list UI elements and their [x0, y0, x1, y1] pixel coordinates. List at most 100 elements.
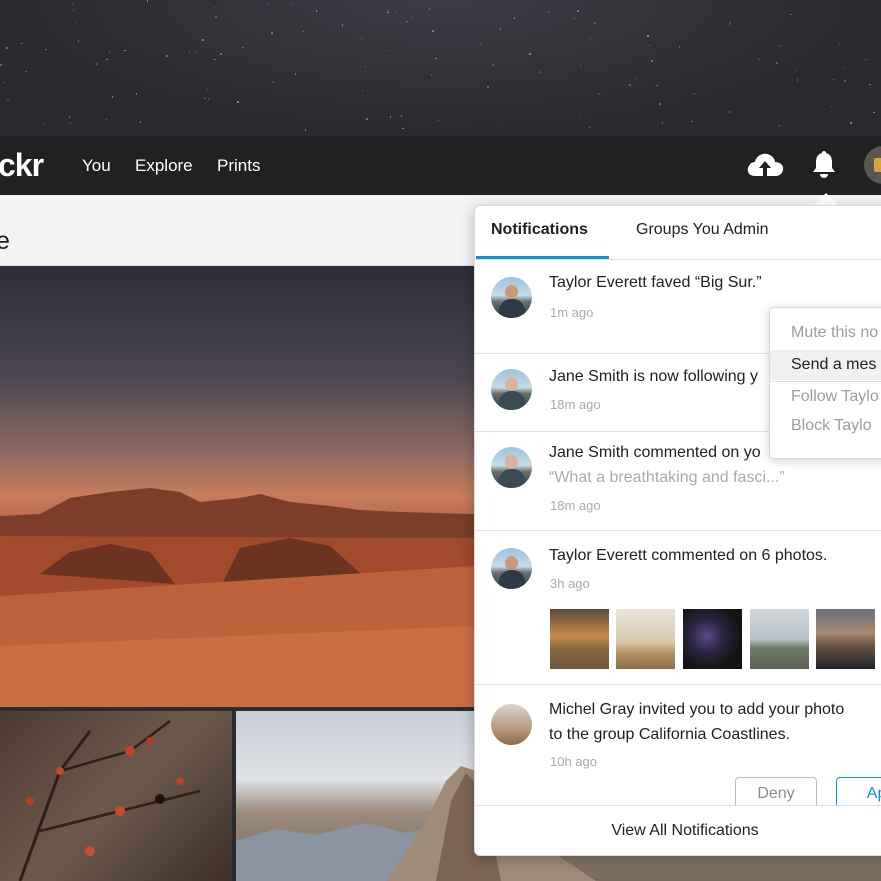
nav-link-explore[interactable]: Explore	[135, 156, 193, 176]
star	[406, 20, 408, 23]
photo-thumbnail[interactable]	[616, 609, 675, 669]
notification-item[interactable]: Michel Gray invited you to add your phot…	[475, 685, 881, 825]
star	[213, 6, 216, 9]
notification-text: Jane Smith is now following y	[549, 368, 758, 385]
star	[95, 63, 98, 65]
star	[341, 24, 344, 26]
star	[385, 49, 388, 52]
star	[146, 0, 149, 2]
star	[838, 42, 841, 45]
star	[272, 81, 274, 83]
view-all-notifications-link[interactable]: View All Notifications	[475, 805, 881, 855]
menu-item-follow[interactable]: Follow Taylo	[770, 382, 881, 412]
bell-icon[interactable]	[810, 149, 838, 179]
berries-photo[interactable]	[0, 711, 232, 881]
comment-quote: “What a breathtaking and fasci...”	[549, 469, 785, 486]
star	[430, 74, 433, 76]
star	[304, 129, 306, 131]
star	[214, 58, 216, 60]
notification-text: Taylor Everett faved “Big Sur.”	[549, 274, 762, 291]
notification-tabs: Notifications Groups You Admin	[475, 206, 881, 260]
star	[779, 45, 782, 47]
star	[290, 3, 292, 6]
star	[242, 46, 244, 49]
star	[364, 65, 367, 68]
notification-item[interactable]: Taylor Everett commented on 6 photos. 3h…	[475, 531, 881, 685]
user-avatar[interactable]	[864, 146, 881, 184]
star	[873, 111, 875, 114]
photo-thumbnail[interactable]	[683, 609, 742, 669]
star	[395, 57, 398, 60]
star	[790, 13, 792, 16]
star	[43, 123, 46, 126]
star	[215, 16, 217, 18]
star	[830, 105, 833, 108]
menu-item-mute[interactable]: Mute this no	[770, 318, 881, 348]
star	[139, 121, 142, 123]
top-navbar: ckr You Explore Prints	[0, 136, 881, 195]
nav-link-prints[interactable]: Prints	[217, 156, 260, 176]
photo-thumbnail[interactable]	[750, 609, 809, 669]
photo-thumbnail[interactable]	[816, 609, 875, 669]
star	[589, 37, 592, 39]
star	[691, 120, 693, 123]
star	[795, 69, 798, 72]
star	[271, 32, 273, 34]
nav-link-you[interactable]: You	[82, 156, 111, 176]
star	[487, 86, 489, 88]
star	[68, 116, 71, 118]
star	[651, 60, 653, 62]
star	[844, 80, 846, 82]
star	[400, 115, 403, 117]
tab-notifications[interactable]: Notifications	[491, 221, 588, 239]
photo-thumbnail[interactable]	[550, 609, 609, 669]
menu-item-send-message[interactable]: Send a mes	[770, 350, 881, 380]
menu-item-block[interactable]: Block Taylo	[770, 411, 881, 441]
cloud-upload-icon[interactable]	[745, 149, 785, 179]
star	[433, 6, 436, 9]
star	[220, 53, 222, 55]
star	[366, 118, 368, 120]
star	[124, 49, 126, 52]
logo[interactable]: ckr	[0, 147, 44, 184]
star	[492, 64, 494, 66]
notification-text-line2: to the group California Coastlines.	[549, 726, 791, 743]
star	[361, 89, 364, 92]
star	[535, 50, 538, 53]
star	[237, 101, 239, 103]
star	[6, 47, 8, 49]
star	[778, 125, 781, 127]
star	[500, 120, 503, 123]
star	[869, 86, 872, 89]
star	[728, 23, 731, 26]
notification-time: 3h ago	[550, 576, 590, 591]
star	[463, 41, 465, 44]
star	[865, 58, 867, 61]
notification-time: 18m ago	[550, 498, 601, 513]
avatar	[491, 369, 532, 410]
star	[206, 88, 208, 91]
active-tab-indicator	[476, 256, 609, 259]
star	[0, 64, 2, 66]
star	[428, 8, 431, 10]
star	[188, 51, 191, 54]
star	[75, 27, 78, 30]
star	[204, 97, 206, 100]
star	[266, 3, 269, 6]
star	[315, 10, 318, 12]
star	[529, 53, 531, 55]
star	[553, 48, 556, 51]
star	[3, 81, 5, 84]
star	[598, 93, 600, 95]
star	[105, 118, 108, 121]
star	[402, 127, 404, 130]
star	[729, 111, 731, 113]
star	[796, 79, 799, 81]
star	[45, 48, 47, 51]
tab-groups-you-admin[interactable]: Groups You Admin	[636, 221, 769, 239]
star	[207, 98, 210, 100]
star	[77, 40, 79, 42]
star	[25, 70, 27, 73]
star	[387, 11, 389, 14]
star	[395, 11, 397, 14]
